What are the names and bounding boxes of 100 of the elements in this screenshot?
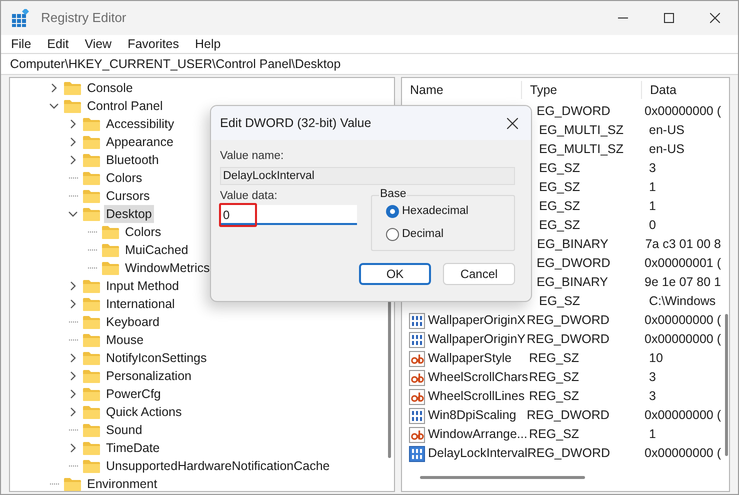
value-type: REG_DWORD <box>526 408 610 422</box>
scrollbar-thumb[interactable] <box>725 314 728 456</box>
tree-item[interactable]: Mouse <box>104 331 146 349</box>
dialog-title: Edit DWORD (32-bit) Value <box>220 114 372 132</box>
tree-item[interactable]: Colors <box>123 223 164 241</box>
value-data: C:\Windows <box>649 294 716 308</box>
column-header[interactable]: Data <box>642 80 676 100</box>
menu-item[interactable]: Edit <box>41 35 75 53</box>
scrollbar-thumb[interactable] <box>420 476 585 479</box>
value-name[interactable]: WindowArrange... <box>428 425 528 444</box>
value-data: en-US <box>649 142 684 156</box>
folder-icon <box>83 207 100 221</box>
value-data: 3 <box>649 370 656 384</box>
value-type: EG_MULTI_SZ <box>539 142 624 156</box>
value-name[interactable]: WallpaperStyle <box>428 349 512 368</box>
value-type: EG_SZ <box>539 199 580 214</box>
tree-item[interactable]: Appearance <box>104 133 176 151</box>
tree-item[interactable]: Desktop <box>104 205 154 223</box>
value-name[interactable]: WheelScrollLines <box>428 387 525 406</box>
radio-label[interactable]: Decimal <box>402 226 444 244</box>
chevron-right-icon[interactable] <box>68 119 78 129</box>
tree-item[interactable]: WindowMetrics <box>123 259 212 277</box>
radio-button[interactable] <box>386 228 399 242</box>
tree-item[interactable]: Console <box>85 79 135 97</box>
tree-item[interactable]: Accessibility <box>104 115 176 133</box>
value-type: REG_DWORD <box>526 313 610 328</box>
value-data: 3 <box>649 161 656 176</box>
value-name[interactable]: DelayLockInterval <box>428 444 528 463</box>
folder-icon <box>83 153 100 167</box>
chevron-down-icon[interactable] <box>68 209 78 219</box>
tree-item[interactable]: Sound <box>104 421 144 439</box>
dialog-button[interactable]: Cancel <box>443 263 515 285</box>
chevron-right-icon[interactable] <box>49 83 59 93</box>
radio-button[interactable] <box>386 204 399 218</box>
folder-icon <box>102 225 119 239</box>
value-type: EG_BINARY <box>537 237 608 252</box>
tree-item[interactable]: Input Method <box>104 277 181 295</box>
value-name-field[interactable]: DelayLockInterval <box>220 167 515 185</box>
value-type: REG_DWORD <box>526 332 610 346</box>
value-name[interactable]: Win8DpiScaling <box>428 406 516 425</box>
value-data: 1 <box>649 199 656 214</box>
menu-item[interactable]: Favorites <box>122 35 185 53</box>
chevron-right-icon[interactable] <box>68 389 78 399</box>
tree-item[interactable]: TimeDate <box>104 439 162 457</box>
tree-item[interactable]: Cursors <box>104 187 152 205</box>
dialog-button[interactable]: OK <box>359 263 431 285</box>
folder-icon <box>83 387 100 401</box>
tree-item[interactable]: UnsupportedHardwareNotificationCache <box>104 457 332 475</box>
column-header[interactable]: Type <box>522 80 642 100</box>
chevron-right-icon[interactable] <box>68 299 78 309</box>
chevron-right-icon[interactable] <box>68 353 78 363</box>
chevron-right-icon[interactable] <box>68 137 78 147</box>
close-icon <box>506 118 518 128</box>
tree-item[interactable]: Personalization <box>104 367 194 385</box>
value-data: 0x00000000 ( <box>644 408 721 422</box>
tree-item[interactable]: Control Panel <box>85 97 165 115</box>
chevron-down-icon[interactable] <box>49 101 59 111</box>
tree-item[interactable]: PowerCfg <box>104 385 163 403</box>
value-data: 9e 1e 07 80 1 <box>644 275 721 290</box>
value-type: EG_MULTI_SZ <box>539 123 624 138</box>
value-data-field[interactable]: 0 <box>220 205 357 225</box>
value-data: 1 <box>649 180 656 194</box>
folder-icon <box>83 369 100 383</box>
value-type: EG_SZ <box>539 161 580 176</box>
tree-item[interactable]: MuiCached <box>123 241 190 259</box>
chevron-right-icon[interactable] <box>68 155 78 165</box>
chevron-right-icon[interactable] <box>68 407 78 417</box>
value-name[interactable]: WallpaperOriginY <box>428 330 526 349</box>
column-header[interactable]: Name <box>402 80 522 100</box>
folder-icon <box>64 81 81 95</box>
value-data: 0x00000000 ( <box>644 104 721 118</box>
folder-icon <box>83 351 100 365</box>
value-data: 0x00000000 ( <box>644 446 721 460</box>
tree-item[interactable]: International <box>104 295 177 313</box>
menu-item[interactable]: File <box>5 35 38 53</box>
value-type: REG_SZ <box>529 427 580 442</box>
radio-label[interactable]: Hexadecimal <box>402 202 468 220</box>
tree-item[interactable]: NotifyIconSettings <box>104 349 209 367</box>
tree-item[interactable]: Keyboard <box>104 313 162 331</box>
value-type: EG_DWORD <box>536 256 610 270</box>
value-data: 0x00000000 ( <box>644 313 721 328</box>
chevron-right-icon[interactable] <box>68 371 78 381</box>
menu-item[interactable]: Help <box>188 35 227 53</box>
value-type: EG_BINARY <box>536 275 608 290</box>
value-name[interactable]: WheelScrollChars <box>428 368 528 387</box>
menu-item[interactable]: View <box>78 35 118 53</box>
tree-item[interactable]: Bluetooth <box>104 151 161 169</box>
chevron-right-icon[interactable] <box>68 443 78 453</box>
window-title: Registry Editor <box>41 9 126 28</box>
tree-item[interactable]: Colors <box>104 169 144 187</box>
value-name[interactable]: WallpaperOriginX <box>428 311 526 330</box>
folder-icon <box>83 279 100 293</box>
address-bar[interactable]: Computer\HKEY_CURRENT_USER\Control Panel\Desktop <box>1 53 738 75</box>
maximize-icon <box>664 13 674 23</box>
tree-item[interactable]: Quick Actions <box>104 403 184 421</box>
value-type: EG_DWORD <box>536 104 610 118</box>
chevron-right-icon[interactable] <box>68 281 78 291</box>
value-data: 0x00000001 ( <box>644 256 721 270</box>
folder-icon <box>102 243 119 257</box>
tree-item[interactable]: Environment <box>85 475 160 491</box>
